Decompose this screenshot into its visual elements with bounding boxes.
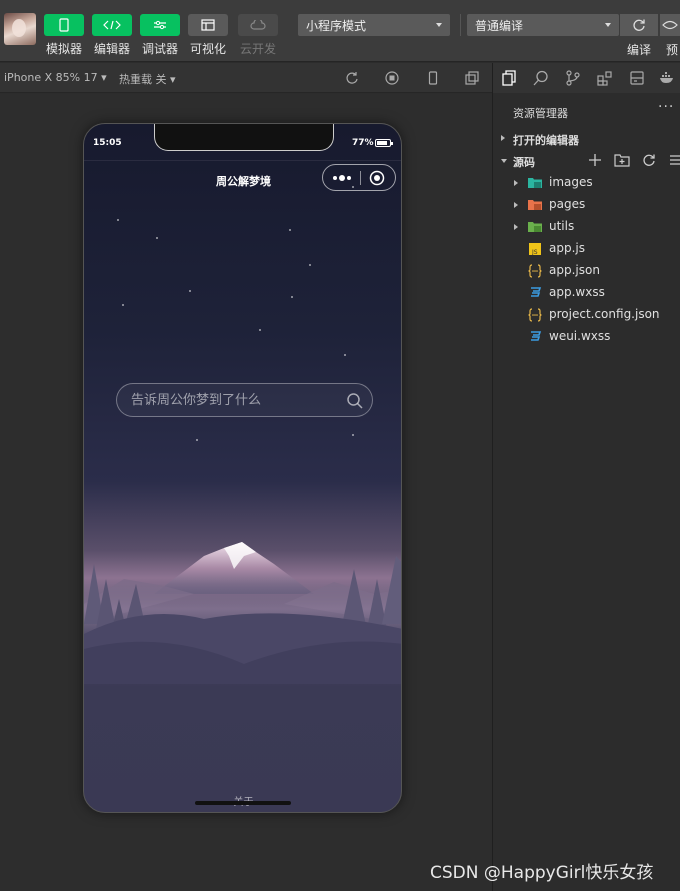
new-folder-icon[interactable] [614, 153, 630, 167]
battery-percent: 77% [352, 138, 374, 148]
docker-icon[interactable] [659, 70, 675, 86]
svg-text:JS: JS [531, 249, 538, 256]
chevron-down-icon [605, 23, 611, 27]
popout-window-icon[interactable] [465, 71, 479, 85]
search-icon[interactable] [346, 392, 364, 410]
chevron-down-icon [501, 159, 507, 163]
mini-program-capsule [322, 164, 396, 191]
visual-label: 可视化 [189, 42, 226, 56]
rotate-icon[interactable] [345, 71, 359, 85]
more-actions-icon[interactable]: ··· [658, 99, 674, 115]
preview-label: 预 [666, 43, 679, 57]
simulator-bar: iPhone X 85% 17 ▾ 热重载 关 ▾ [0, 63, 492, 93]
tree-item-pages[interactable]: pages [493, 194, 680, 216]
hot-reload-select[interactable]: 热重载 关 ▾ [119, 71, 176, 87]
debugger-toggle-button[interactable]: 调试器 [139, 14, 181, 57]
extensions-icon[interactable] [597, 70, 613, 86]
battery-icon [375, 139, 393, 147]
search-icon[interactable] [533, 70, 549, 86]
simulator-label: 模拟器 [45, 42, 82, 56]
new-file-icon[interactable] [588, 153, 602, 167]
layout-icon [188, 14, 228, 36]
more-dots-icon[interactable] [332, 174, 352, 182]
stop-icon[interactable] [385, 71, 399, 85]
chevron-right-icon [514, 180, 518, 186]
compile-button[interactable] [620, 14, 658, 36]
user-avatar[interactable] [4, 13, 36, 45]
dream-search-box [116, 383, 373, 417]
phone-frame: 15:05 77% 周公解梦境 关于 [83, 123, 402, 813]
activity-bar [493, 63, 680, 93]
nav-divider [84, 160, 401, 161]
refresh-icon[interactable] [642, 153, 656, 167]
tree-item-weui-wxss[interactable]: weui.wxss [493, 326, 680, 348]
eye-icon [662, 20, 678, 30]
chevron-right-icon [514, 202, 518, 208]
refresh-icon [633, 19, 645, 31]
js-file-icon: JS [529, 243, 541, 256]
source-label: 源码 [513, 156, 535, 169]
visual-toggle-button[interactable]: 可视化 [187, 14, 229, 57]
utils-folder-icon [528, 222, 542, 232]
csdn-watermark: CSDN @HappyGirl快乐女孩 [430, 863, 654, 883]
code-icon [92, 14, 132, 36]
compile-select-value: 普通编译 [475, 19, 524, 33]
css-file-icon [531, 287, 542, 297]
source-control-icon[interactable] [565, 70, 581, 86]
mode-select-value: 小程序模式 [306, 19, 367, 33]
phone-preview-icon[interactable] [426, 71, 440, 85]
moon-icon [236, 484, 248, 498]
compile-select[interactable]: 普通编译 [467, 14, 619, 36]
files-icon[interactable] [501, 70, 517, 86]
home-indicator [195, 801, 291, 805]
mode-select[interactable]: 小程序模式 [298, 14, 450, 36]
pages-folder-icon [528, 200, 542, 210]
tree-item-app-js[interactable]: JS app.js [493, 238, 680, 260]
chevron-right-icon [514, 224, 518, 230]
storage-icon[interactable] [629, 70, 645, 86]
chevron-right-icon [501, 135, 505, 141]
editor-label: 编辑器 [93, 42, 130, 56]
night-mountain-illustration [84, 484, 401, 684]
images-folder-icon [528, 178, 542, 188]
toolbar-separator [460, 14, 461, 36]
css-file-icon [531, 331, 542, 341]
cloud-dev-label: 云开发 [239, 42, 276, 56]
chevron-down-icon [436, 23, 442, 27]
open-editors-section[interactable]: 打开的编辑器 [493, 129, 680, 149]
cloud-icon [238, 14, 278, 36]
tree-item-utils[interactable]: utils [493, 216, 680, 238]
source-section[interactable]: 源码 [493, 151, 680, 171]
explorer-title: 资源管理器 [513, 107, 568, 120]
json-file-icon [528, 308, 542, 322]
tree-item-app-json[interactable]: app.json [493, 260, 680, 282]
debug-icon [140, 14, 180, 36]
phone-icon [44, 14, 84, 36]
search-input[interactable] [131, 391, 331, 409]
editor-toggle-button[interactable]: 编辑器 [91, 14, 133, 57]
device-select[interactable]: iPhone X 85% 17 ▾ [4, 71, 107, 84]
compile-label: 编译 [627, 43, 652, 57]
cloud-dev-button[interactable]: 云开发 [237, 14, 279, 57]
explorer-panel: 资源管理器 ··· 打开的编辑器 源码 images pages utils J… [493, 63, 680, 891]
simulator-toggle-button[interactable]: 模拟器 [43, 14, 85, 57]
json-file-icon [528, 264, 542, 278]
top-toolbar: 模拟器 编辑器 调试器 可视化 云开发 小程序模式 普通编译 编译 预 [0, 0, 680, 62]
close-circle-icon[interactable] [369, 170, 385, 186]
tree-item-app-wxss[interactable]: app.wxss [493, 282, 680, 304]
open-editors-label: 打开的编辑器 [513, 134, 579, 147]
collapse-all-icon[interactable] [669, 154, 680, 166]
tree-item-project-config-json[interactable]: project.config.json [493, 304, 680, 326]
phone-notch [154, 124, 334, 151]
tree-item-images[interactable]: images [493, 172, 680, 194]
preview-button[interactable] [660, 14, 680, 36]
debugger-label: 调试器 [141, 42, 178, 56]
capsule-divider [360, 171, 361, 185]
status-time: 15:05 [93, 138, 122, 148]
